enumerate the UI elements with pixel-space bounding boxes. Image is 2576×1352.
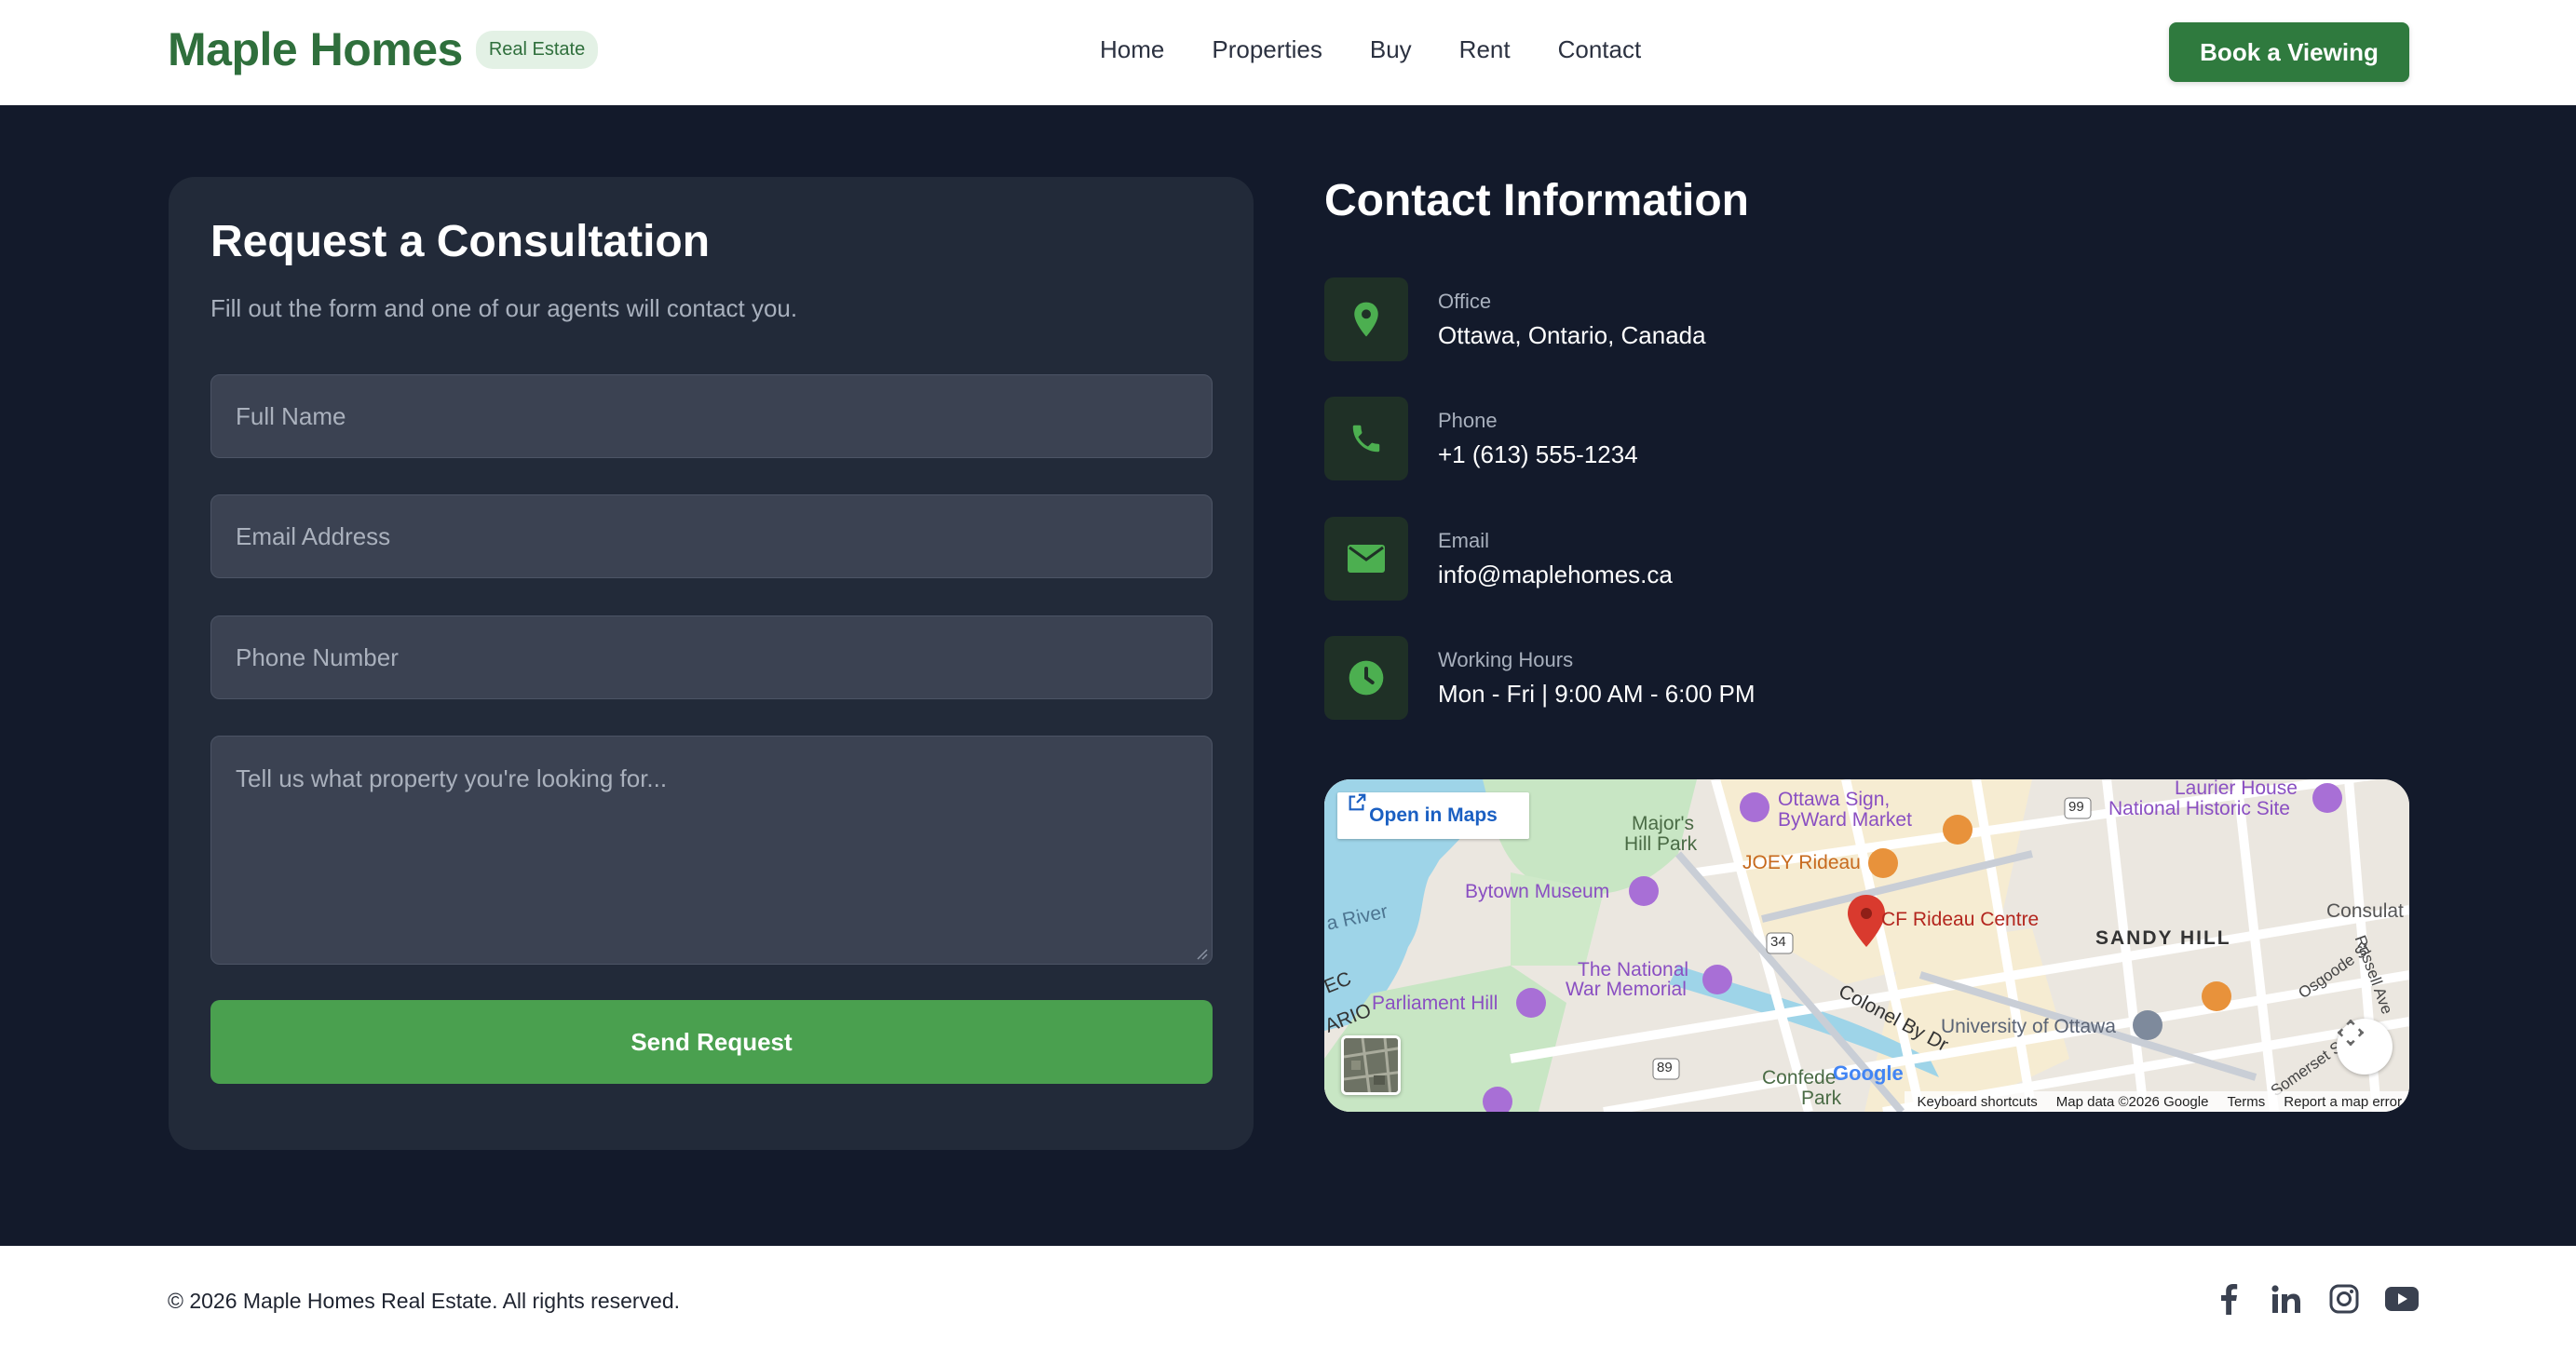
map-label-bytown-museum: Bytown Museum bbox=[1465, 881, 1610, 902]
send-request-button[interactable]: Send Request bbox=[210, 1000, 1213, 1084]
message-placeholder: Tell us what property you're looking for… bbox=[236, 764, 668, 792]
satellite-thumbnail-icon bbox=[1344, 1038, 1398, 1092]
map-label-joey-rideau: JOEY Rideau bbox=[1742, 852, 1861, 873]
contact-hours: Working Hours Mon - Fri | 9:00 AM - 6:00… bbox=[1324, 636, 1756, 720]
linkedin-icon[interactable] bbox=[2269, 1281, 2304, 1317]
terms-link[interactable]: Terms bbox=[2227, 1094, 2265, 1110]
open-in-maps-button[interactable]: Open in Maps bbox=[1337, 792, 1529, 839]
full-name-input[interactable]: Full Name bbox=[210, 374, 1213, 458]
satellite-toggle-button[interactable] bbox=[1341, 1035, 1401, 1095]
map-label-laurier-2: National Historic Site bbox=[2108, 798, 2290, 819]
map-label-confederation-2: Park bbox=[1801, 1088, 1842, 1109]
form-title: Request a Consultation bbox=[210, 217, 711, 266]
form-subtitle: Fill out the form and one of our agents … bbox=[210, 294, 798, 322]
fullscreen-button[interactable] bbox=[2337, 1019, 2393, 1075]
map-label-sandy-hill: SANDY HILL bbox=[2095, 927, 2231, 949]
nav-properties[interactable]: Properties bbox=[1212, 35, 1322, 64]
social-links bbox=[2211, 1281, 2420, 1317]
nav-buy[interactable]: Buy bbox=[1370, 35, 1412, 64]
message-textarea[interactable]: Tell us what property you're looking for… bbox=[210, 736, 1213, 965]
report-error-link[interactable]: Report a map error bbox=[2284, 1094, 2402, 1110]
office-label: Office bbox=[1438, 289, 1492, 313]
nav-rent[interactable]: Rent bbox=[1459, 35, 1511, 64]
consultation-form-card: Request a Consultation Fill out the form… bbox=[169, 177, 1254, 1150]
location-pin-icon bbox=[1324, 277, 1408, 361]
site-footer: © 2026 Maple Homes Real Estate. All righ… bbox=[0, 1246, 2576, 1352]
map-attribution-bar: Keyboard shortcuts Map data ©2026 Google… bbox=[1904, 1091, 2409, 1112]
google-logo: Google bbox=[1833, 1061, 1904, 1085]
map-label-majors-hill-1: Major's bbox=[1632, 813, 1695, 834]
phone-input[interactable]: Phone Number bbox=[210, 615, 1213, 699]
nav-contact[interactable]: Contact bbox=[1558, 35, 1642, 64]
facebook-icon[interactable] bbox=[2211, 1281, 2246, 1317]
contact-office: Office Ottawa, Ontario, Canada bbox=[1324, 277, 1706, 361]
map-data-label: Map data ©2026 Google bbox=[2055, 1093, 2209, 1110]
youtube-icon[interactable] bbox=[2384, 1281, 2420, 1317]
nav-home[interactable]: Home bbox=[1100, 35, 1164, 64]
hours-label: Working Hours bbox=[1438, 647, 1574, 671]
fullscreen-icon bbox=[2337, 1019, 2365, 1047]
main-nav: Home Properties Buy Rent Contact bbox=[1100, 35, 1641, 64]
clock-icon bbox=[1324, 636, 1408, 720]
map-label-ottawa-sign-1: Ottawa Sign, bbox=[1778, 789, 1891, 810]
map-label-parliament-hill: Parliament Hill bbox=[1372, 993, 1498, 1014]
email-label: Email bbox=[1438, 528, 1490, 552]
brand-name[interactable]: Maple Homes bbox=[168, 22, 463, 76]
keyboard-shortcuts-link[interactable]: Keyboard shortcuts bbox=[1918, 1094, 2038, 1110]
map-shield-99: 99 bbox=[2068, 799, 2084, 815]
map-label-national-war-2: War Memorial bbox=[1566, 979, 1687, 1000]
external-link-icon bbox=[1349, 793, 1366, 811]
map-label-majors-hill-2: Hill Park bbox=[1624, 833, 1698, 855]
envelope-icon bbox=[1324, 517, 1408, 601]
phone-icon bbox=[1324, 397, 1408, 480]
brand-badge: Real Estate bbox=[475, 30, 599, 69]
copyright-text: © 2026 Maple Homes Real Estate. All righ… bbox=[168, 1289, 681, 1313]
open-in-maps-label: Open in Maps bbox=[1369, 804, 1498, 826]
office-value: Ottawa, Ontario, Canada bbox=[1438, 320, 1706, 349]
map-label-confederation-1: Confede bbox=[1762, 1067, 1837, 1088]
embedded-map[interactable]: Open in Maps CF Rideau Centre SANDY HILL… bbox=[1324, 779, 2409, 1112]
phone-label: Phone bbox=[1438, 408, 1498, 432]
phone-value[interactable]: +1 (613) 555-1234 bbox=[1438, 440, 1638, 469]
map-label-university: University of Ottawa bbox=[1941, 1016, 2116, 1037]
site-header: Maple Homes Real Estate Home Properties … bbox=[0, 0, 2576, 105]
contact-phone: Phone +1 (613) 555-1234 bbox=[1324, 397, 1638, 480]
map-label-cf-rideau: CF Rideau Centre bbox=[1881, 909, 2040, 930]
map-shield-89: 89 bbox=[1657, 1060, 1673, 1075]
email-input[interactable]: Email Address bbox=[210, 494, 1213, 578]
map-label-consulat: Consulat bbox=[2326, 900, 2404, 922]
contact-info-title: Contact Information bbox=[1324, 176, 1749, 225]
map-label-ottawa-sign-2: ByWard Market bbox=[1778, 809, 1912, 831]
map-shield-34: 34 bbox=[1770, 934, 1786, 950]
map-label-laurier-1: Laurier House bbox=[2175, 779, 2298, 799]
email-value[interactable]: info@maplehomes.ca bbox=[1438, 561, 1673, 589]
contact-email: Email info@maplehomes.ca bbox=[1324, 517, 1673, 601]
brand[interactable]: Maple Homes Real Estate bbox=[168, 22, 599, 76]
instagram-icon[interactable] bbox=[2326, 1281, 2362, 1317]
resize-handle-icon[interactable] bbox=[1195, 947, 1208, 960]
book-viewing-button[interactable]: Book a Viewing bbox=[2169, 22, 2409, 82]
hours-value: Mon - Fri | 9:00 AM - 6:00 PM bbox=[1438, 679, 1756, 708]
